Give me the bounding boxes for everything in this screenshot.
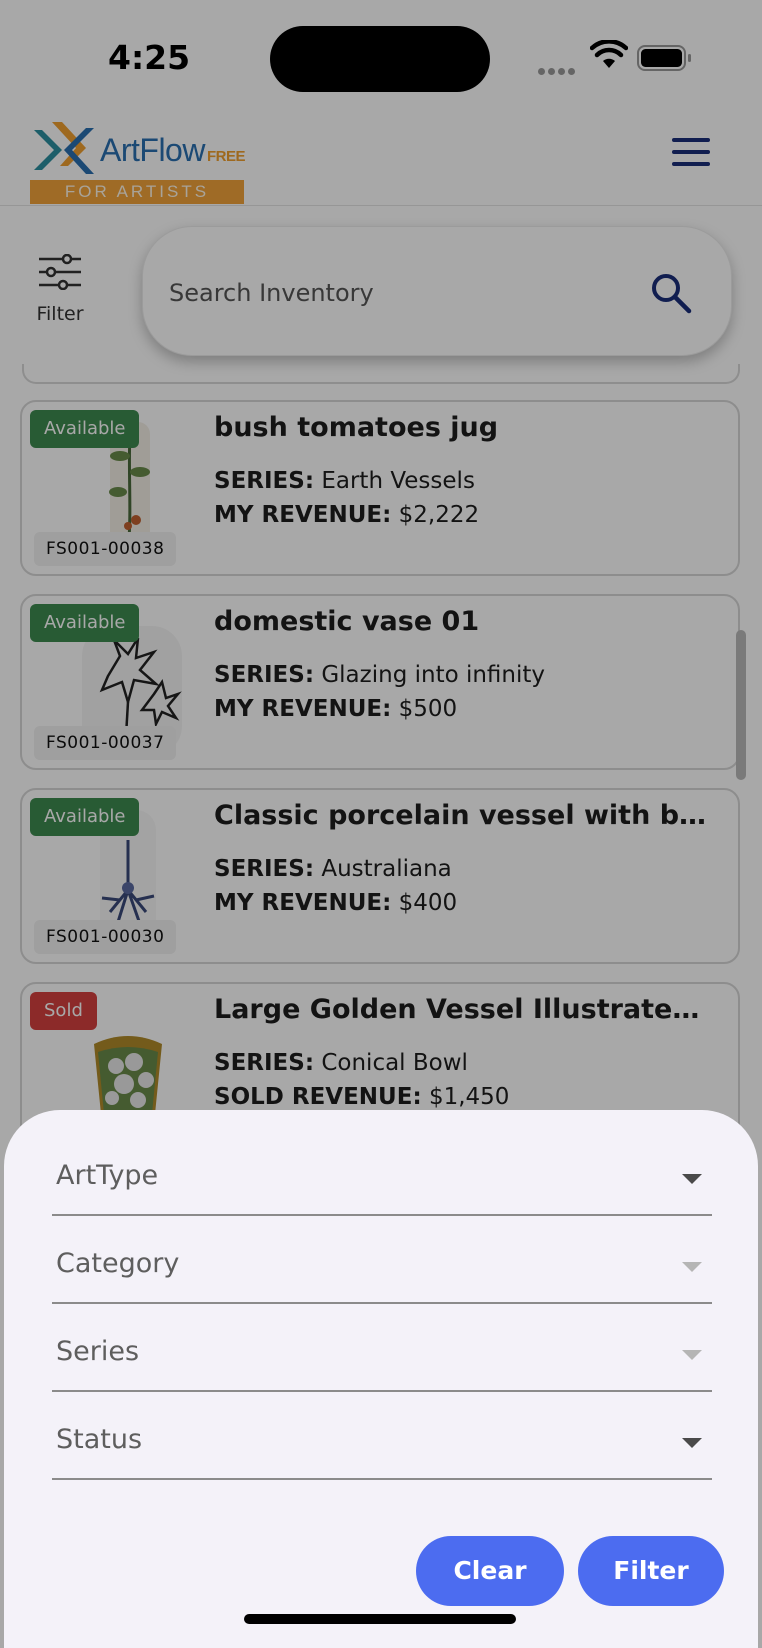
arttype-dropdown[interactable]: ArtType bbox=[52, 1128, 712, 1216]
filter-bottom-sheet: ArtType Category Series Status Clear Fil… bbox=[4, 1110, 758, 1648]
home-indicator[interactable] bbox=[244, 1614, 516, 1624]
caret-down-icon bbox=[682, 1262, 702, 1272]
status-dropdown[interactable]: Status bbox=[52, 1392, 712, 1480]
dropdown-label: ArtType bbox=[56, 1160, 159, 1191]
dropdown-label: Series bbox=[56, 1336, 140, 1367]
screen: 4:25 ArtFlow FREE FOR ARTISTS Filter Sea… bbox=[0, 0, 762, 1648]
dropdown-label: Status bbox=[56, 1424, 143, 1455]
caret-down-icon bbox=[682, 1174, 702, 1184]
apply-filter-button[interactable]: Filter bbox=[578, 1536, 724, 1606]
caret-down-icon bbox=[682, 1350, 702, 1360]
clear-button[interactable]: Clear bbox=[416, 1536, 564, 1606]
dropdown-label: Category bbox=[56, 1248, 180, 1279]
series-dropdown[interactable]: Series bbox=[52, 1304, 712, 1392]
category-dropdown[interactable]: Category bbox=[52, 1216, 712, 1304]
caret-down-icon bbox=[682, 1438, 702, 1448]
